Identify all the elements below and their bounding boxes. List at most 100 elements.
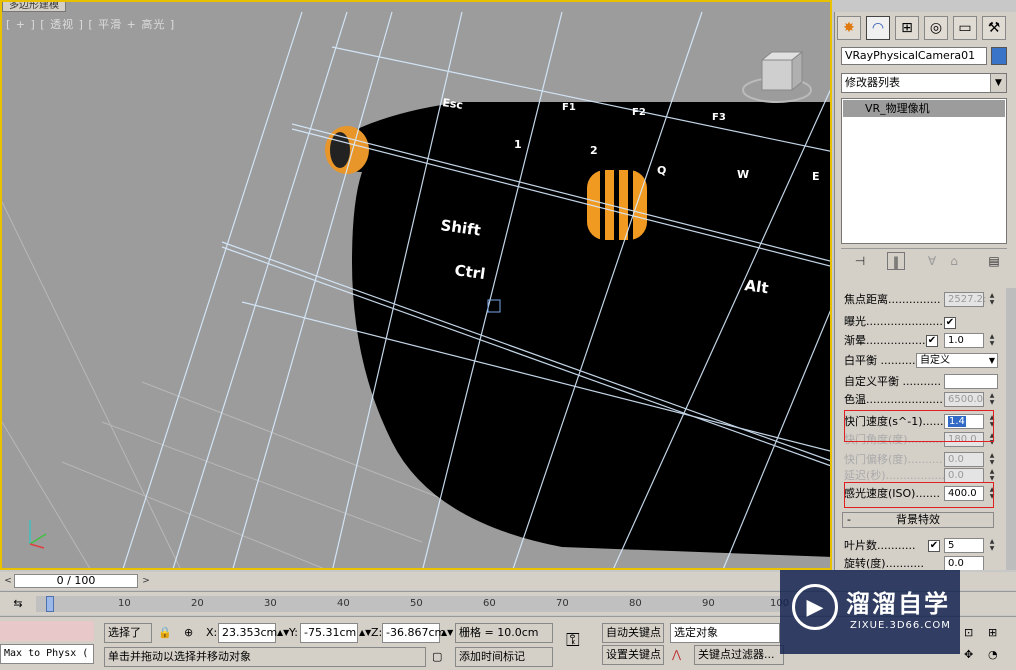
y-label: Y: <box>289 626 298 639</box>
key-w: W <box>737 168 749 181</box>
remove-modifier-icon[interactable]: ⌂ <box>945 252 963 270</box>
create-icon[interactable]: ✸ <box>837 16 861 40</box>
shutter-offset-spinner[interactable]: ▲ ▼ <box>988 452 996 467</box>
key-f1: F1 <box>562 102 576 113</box>
exposure-label: 曝光....................... <box>844 315 947 328</box>
watermark-logo-icon: ▶ <box>792 584 838 630</box>
perspective-viewport[interactable]: Esc F1 F2 F3 1 2 Q W E Shift Ctrl Alt 多边… <box>0 0 832 570</box>
rotation-label: 旋转(度)........... <box>844 557 925 570</box>
white-balance-dropdown[interactable]: 自定义 ▼ <box>916 353 998 368</box>
z-spinner[interactable]: ▲▼ <box>441 623 453 643</box>
display-icon[interactable]: ▭ <box>953 16 977 40</box>
temperature-label: 色温...................... <box>844 393 943 406</box>
shutter-offset-field[interactable]: 0.0 <box>944 452 984 467</box>
time-slider[interactable]: 0 / 100 <box>14 574 138 588</box>
viewport-label[interactable]: [ + ] [ 透视 ] [ 平滑 + 高光 ] <box>6 16 175 32</box>
x-coordinate-field[interactable]: 23.353cm <box>218 623 277 643</box>
modify-icon[interactable]: ◠ <box>866 16 890 40</box>
key-f2: F2 <box>632 107 646 118</box>
collapse-icon: - <box>847 513 851 526</box>
blades-label: 叶片数........... <box>844 539 916 552</box>
selected-object-dropdown[interactable]: 选定对象 <box>670 623 780 643</box>
focus-distance-label: 焦点距离............... <box>844 293 941 306</box>
vignetting-checkbox[interactable]: ✔ <box>926 335 938 347</box>
temperature-spinner[interactable]: ▲ ▼ <box>988 392 996 407</box>
hierarchy-icon[interactable]: ⊞ <box>895 16 919 40</box>
tick-30: 30 <box>264 598 277 609</box>
exposure-checkbox[interactable]: ✔ <box>944 317 956 329</box>
time-prev-icon[interactable]: < <box>2 574 14 588</box>
stack-item-vr-camera[interactable]: VR_物理像机 <box>843 100 1005 117</box>
object-name-input[interactable]: VRayPhysicalCamera01 <box>841 47 987 65</box>
background-effects-title: 背景特效 <box>896 513 940 526</box>
motion-icon[interactable]: ◎ <box>924 16 948 40</box>
selected-count: 选择了 <box>104 623 152 643</box>
add-time-tag-button[interactable]: 添加时间标记 <box>455 647 553 667</box>
rotation-field[interactable]: 0.0 <box>944 556 984 570</box>
pan-icon[interactable]: ✥ <box>964 645 973 665</box>
zoom-icon[interactable]: ⊡ <box>964 623 973 643</box>
chevron-down-icon: ▼ <box>988 356 995 365</box>
time-next-icon[interactable]: > <box>140 574 152 588</box>
current-frame-indicator[interactable] <box>46 596 54 612</box>
set-key-button[interactable]: 设置关键点 <box>602 645 664 665</box>
stack-toolbar: ⊣ ‖ ∀ ⌂ ▤ <box>841 248 1007 274</box>
maxscript-listener-mini[interactable] <box>0 621 94 641</box>
watermark-url: ZIXUE.3D66.COM <box>850 620 951 631</box>
utilities-icon[interactable]: ⚒ <box>982 16 1006 40</box>
highlight-box-iso <box>844 482 994 508</box>
blades-field[interactable]: 5 <box>944 538 984 553</box>
max-to-physx-field[interactable]: Max to Physx ( <box>0 644 94 664</box>
tick-20: 20 <box>191 598 204 609</box>
latency-spinner[interactable]: ▲ ▼ <box>988 468 996 483</box>
viewport-title-tab[interactable]: 多边形建模 <box>2 2 66 12</box>
track-bar-ruler[interactable]: 0 10 20 30 40 50 60 70 80 90 100 <box>36 596 789 612</box>
show-end-result-icon[interactable]: ‖ <box>887 252 905 270</box>
vignetting-spinner[interactable]: ▲ ▼ <box>988 333 996 348</box>
latency-field[interactable]: 0.0 <box>944 468 984 483</box>
object-color-swatch[interactable] <box>991 47 1007 65</box>
custom-balance-label: 自定义平衡 ........... <box>844 375 941 388</box>
prompt-line: 单击并拖动以选择并移动对象 <box>104 647 426 667</box>
shutter-offset-label: 快门偏移(度).......... <box>844 453 943 466</box>
lock-selection-icon[interactable]: 🔒 <box>158 623 172 643</box>
mini-curve-editor-icon[interactable]: ⇆ <box>6 596 30 612</box>
tick-50: 50 <box>410 598 423 609</box>
custom-balance-swatch[interactable] <box>944 374 998 389</box>
tick-90: 90 <box>702 598 715 609</box>
time-tag-icon[interactable]: ▢ <box>432 647 442 667</box>
panel-scrollbar[interactable] <box>1006 288 1016 570</box>
key-f3: F3 <box>712 112 726 123</box>
pin-stack-icon[interactable]: ⊣ <box>851 252 869 270</box>
zoom-all-icon[interactable]: ⊞ <box>988 623 997 643</box>
absolute-mode-icon[interactable]: ⊕ <box>184 623 193 643</box>
key-icon[interactable]: ⚿ <box>566 631 580 651</box>
focus-distance-spinner[interactable]: ▲ ▼ <box>988 292 996 307</box>
background-effects-rollout-header[interactable]: - 背景特效 <box>842 512 994 528</box>
x-spinner[interactable]: ▲▼ <box>277 623 289 643</box>
focus-distance-field[interactable]: 2527.2: <box>944 292 986 307</box>
watermark-title: 溜溜自学 <box>846 590 950 618</box>
orbit-icon[interactable]: ◔ <box>988 645 998 665</box>
blades-checkbox[interactable]: ✔ <box>928 540 940 552</box>
vignetting-field[interactable]: 1.0 <box>944 333 984 348</box>
viewcube-icon <box>742 50 812 103</box>
modifier-list-dropdown[interactable]: 修改器列表 ▼ <box>841 73 1007 93</box>
make-unique-icon[interactable]: ∀ <box>923 252 941 270</box>
key-alt: Alt <box>743 276 769 297</box>
tick-60: 60 <box>483 598 496 609</box>
modifier-stack[interactable]: VR_物理像机 <box>841 98 1007 244</box>
blades-spinner[interactable]: ▲ ▼ <box>988 538 996 553</box>
key-e: E <box>812 170 820 183</box>
configure-modifier-sets-icon[interactable]: ▤ <box>985 252 1003 270</box>
y-coordinate-field[interactable]: -75.31cm <box>300 623 358 643</box>
temperature-field[interactable]: 6500.0 <box>944 392 984 407</box>
y-spinner[interactable]: ▲▼ <box>359 623 371 643</box>
z-coordinate-field[interactable]: -36.867cm <box>382 623 445 643</box>
default-tangent-icon[interactable]: ⋀ <box>672 645 681 665</box>
z-label: Z: <box>371 626 383 639</box>
modifier-list-label: 修改器列表 <box>845 76 900 89</box>
site-watermark: ▶ 溜溜自学 ZIXUE.3D66.COM <box>780 570 960 654</box>
auto-key-button[interactable]: 自动关键点 <box>602 623 664 643</box>
key-filters-button[interactable]: 关键点过滤器... <box>694 645 784 665</box>
